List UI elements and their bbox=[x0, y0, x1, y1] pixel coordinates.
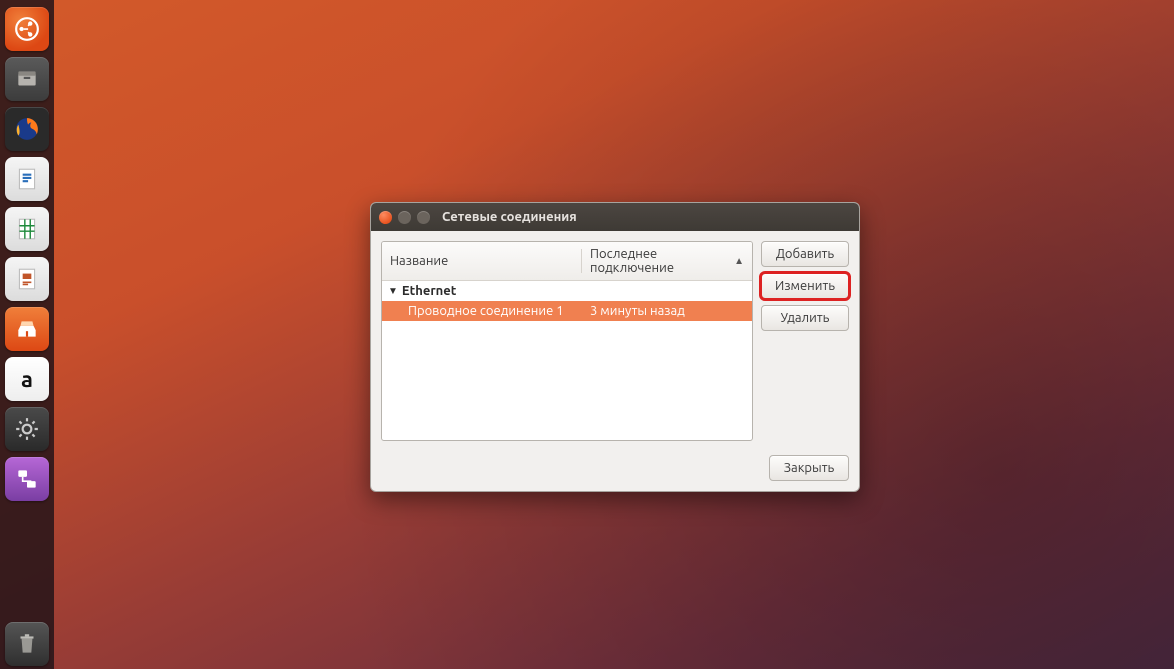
launcher-libreoffice-writer-icon[interactable] bbox=[5, 157, 49, 201]
sort-ascending-icon: ▲ bbox=[734, 255, 744, 267]
connection-row[interactable]: Проводное соединение 1 3 минуты назад bbox=[382, 301, 752, 321]
action-buttons-column: Добавить Изменить Удалить bbox=[761, 241, 849, 441]
launcher-amazon-icon[interactable]: a bbox=[5, 357, 49, 401]
column-header-name[interactable]: Название bbox=[382, 249, 582, 273]
edit-button[interactable]: Изменить bbox=[761, 273, 849, 299]
window-maximize-icon[interactable] bbox=[417, 211, 430, 224]
window-close-icon[interactable] bbox=[379, 211, 392, 224]
column-header-last-used-label: Последнее подключение bbox=[590, 247, 734, 275]
connection-group-ethernet[interactable]: ▼ Ethernet bbox=[382, 281, 752, 301]
delete-button[interactable]: Удалить bbox=[761, 305, 849, 331]
launcher-firefox-icon[interactable] bbox=[5, 107, 49, 151]
launcher-libreoffice-calc-icon[interactable] bbox=[5, 207, 49, 251]
connection-name: Проводное соединение 1 bbox=[382, 301, 582, 321]
launcher-dash-icon[interactable] bbox=[5, 7, 49, 51]
unity-launcher: a bbox=[0, 0, 54, 669]
add-button[interactable]: Добавить bbox=[761, 241, 849, 267]
network-connections-window: Сетевые соединения Название Последнее по… bbox=[370, 202, 860, 492]
launcher-trash-icon[interactable] bbox=[5, 622, 49, 666]
launcher-network-connections-icon[interactable] bbox=[5, 457, 49, 501]
close-button[interactable]: Закрыть bbox=[769, 455, 849, 481]
connections-list[interactable]: Название Последнее подключение ▲ ▼ Ether… bbox=[381, 241, 753, 441]
launcher-files-icon[interactable] bbox=[5, 57, 49, 101]
launcher-settings-icon[interactable] bbox=[5, 407, 49, 451]
connection-last-used: 3 минуты назад bbox=[582, 301, 752, 321]
launcher-libreoffice-impress-icon[interactable] bbox=[5, 257, 49, 301]
window-title: Сетевые соединения bbox=[442, 210, 577, 224]
collapse-triangle-icon: ▼ bbox=[388, 285, 398, 297]
window-minimize-icon[interactable] bbox=[398, 211, 411, 224]
window-titlebar[interactable]: Сетевые соединения bbox=[371, 203, 859, 231]
column-header-last-used[interactable]: Последнее подключение ▲ bbox=[582, 242, 752, 280]
launcher-ubuntu-software-icon[interactable] bbox=[5, 307, 49, 351]
list-header[interactable]: Название Последнее подключение ▲ bbox=[382, 242, 752, 281]
connection-group-label: Ethernet bbox=[402, 284, 456, 298]
